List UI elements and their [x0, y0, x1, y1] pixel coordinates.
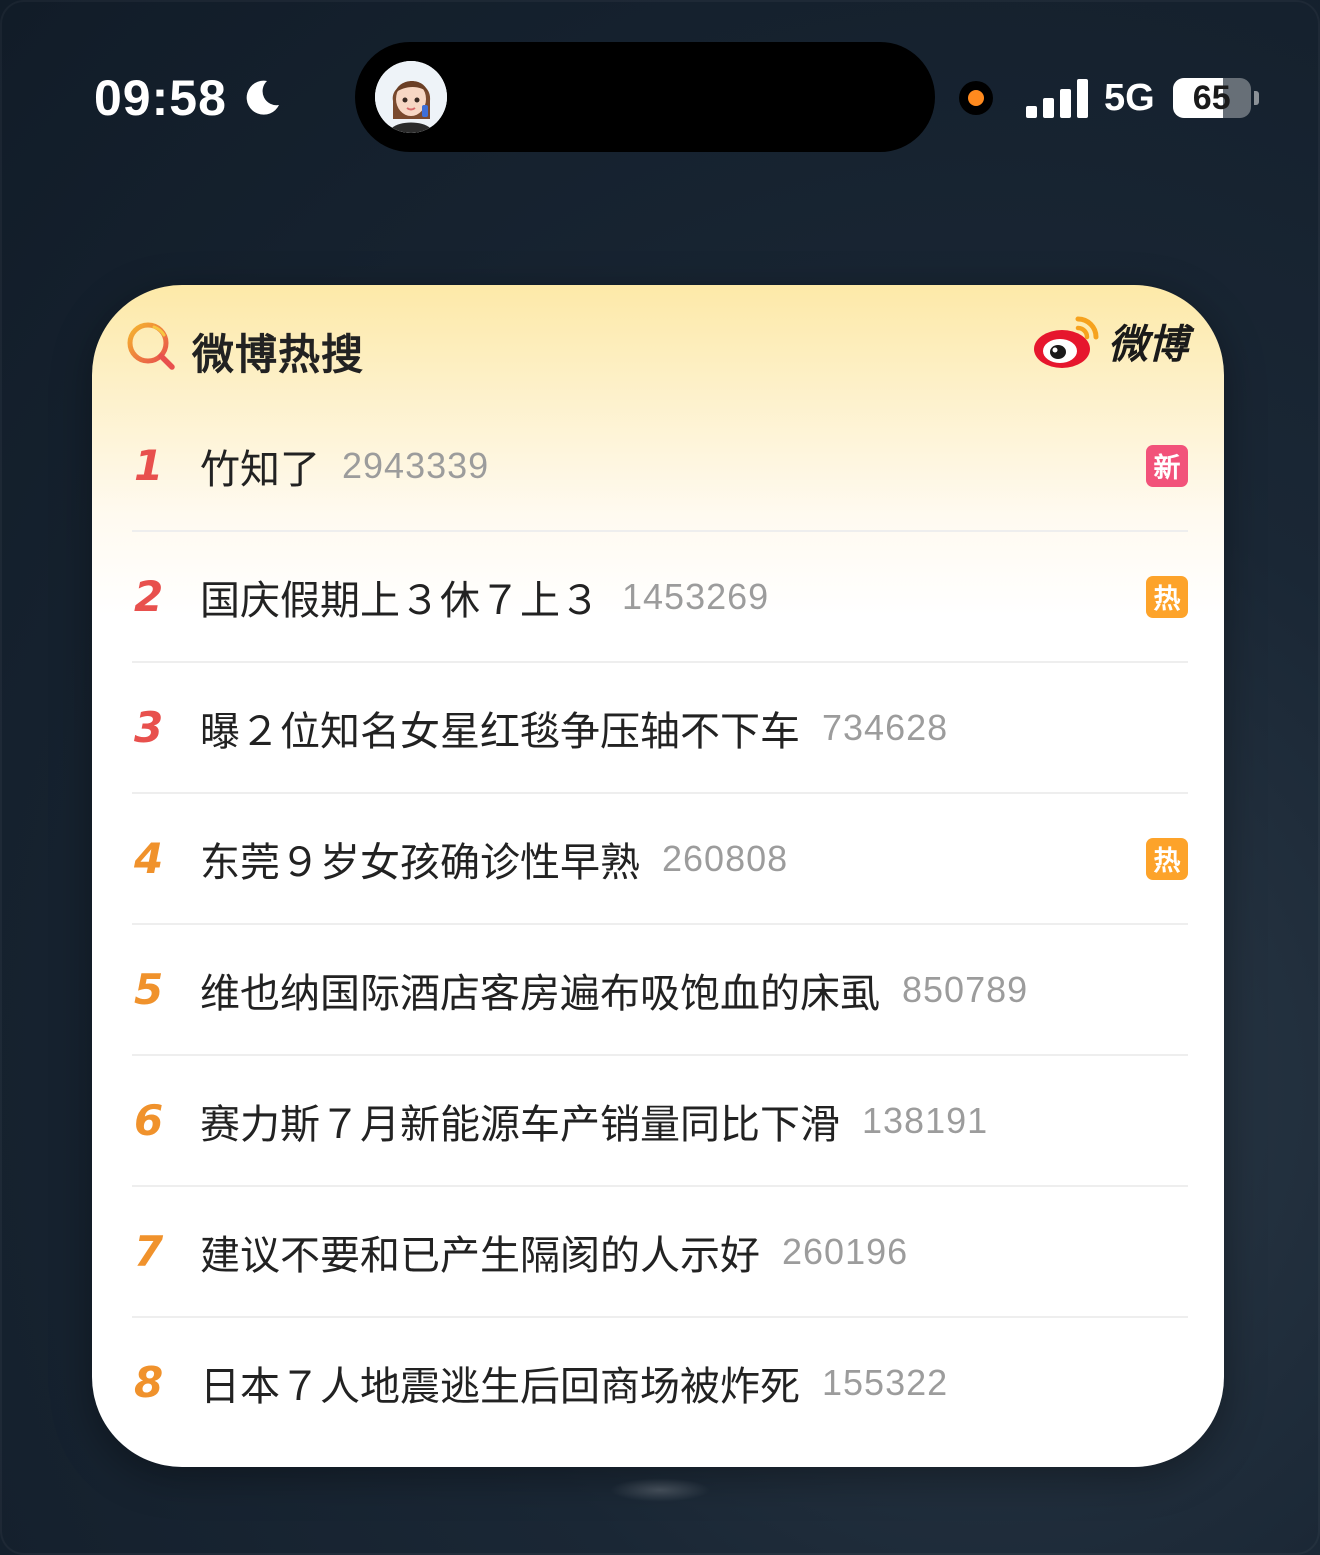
new-badge: 新 [1146, 444, 1188, 487]
rank-number: 6 [134, 1096, 164, 1145]
hot-search-item[interactable]: 5 维也纳国际酒店客房遍布吸饱血的床虱 850789 [132, 925, 1188, 1056]
hot-search-list: 1 竹知了 2943339 新 2 国庆假期上３休７上３ 1453269 热 3 曝２位知名女星红… [132, 401, 1188, 1447]
hot-search-item[interactable]: 7 建议不要和已产生隔阂的人示好 260196 [132, 1187, 1188, 1318]
widget-title: 微博热搜 [192, 330, 365, 379]
heat-count: 138191 [862, 1099, 989, 1141]
search-icon [127, 322, 175, 370]
battery-percentage: 65 [1192, 78, 1231, 117]
dynamic-island[interactable] [355, 42, 935, 152]
topic-title[interactable]: 竹知了 [200, 437, 320, 495]
battery-icon: 65 [1172, 78, 1251, 118]
weibo-brand[interactable]: 微博 [1032, 311, 1188, 371]
status-bar-time: 09:58 [94, 66, 283, 130]
heat-count: 260196 [782, 1230, 909, 1272]
heat-count: 2943339 [342, 444, 490, 486]
hot-badge: 热 [1146, 837, 1188, 880]
avatar[interactable] [375, 61, 447, 133]
avatar-illustration [375, 61, 447, 133]
hot-search-item[interactable]: 3 曝２位知名女星红毯争压轴不下车 734628 [132, 663, 1188, 794]
rank-number: 1 [134, 441, 164, 490]
network-type: 5G [1104, 76, 1155, 119]
topic-title[interactable]: 国庆假期上３休７上３ [200, 568, 600, 626]
home-indicator-glow [610, 1478, 710, 1502]
weibo-hot-search-widget[interactable]: 微博热搜 微博 1 竹知了 2943339 新 2 国庆假期上３休７上３ 1453269 热 3… [92, 285, 1224, 1467]
rank-number: 4 [134, 834, 164, 883]
status-indicators: 5G 65 [955, 72, 1259, 124]
topic-title[interactable]: 赛力斯７月新能源车产销量同比下滑 [200, 1092, 840, 1150]
clock-text: 09:58 [94, 70, 227, 126]
topic-title[interactable]: 曝２位知名女星红毯争压轴不下车 [200, 699, 800, 757]
signal-icon [1026, 79, 1088, 118]
topic-title[interactable]: 东莞９岁女孩确诊性早熟 [200, 830, 640, 888]
rank-number: 2 [134, 572, 164, 621]
heat-count: 1453269 [622, 575, 770, 617]
heat-count: 850789 [902, 968, 1029, 1010]
hot-search-item[interactable]: 6 赛力斯７月新能源车产销量同比下滑 138191 [132, 1056, 1188, 1187]
rank-number: 3 [134, 703, 164, 752]
rank-number: 5 [134, 965, 164, 1014]
brand-name: 微博 [1108, 321, 1188, 368]
hot-badge: 热 [1146, 575, 1188, 618]
hot-search-item[interactable]: 2 国庆假期上３休７上３ 1453269 热 [132, 532, 1188, 663]
topic-title[interactable]: 维也纳国际酒店客房遍布吸饱血的床虱 [200, 961, 880, 1019]
topic-title[interactable]: 建议不要和已产生隔阂的人示好 [200, 1223, 760, 1281]
privacy-indicator-dot [968, 90, 984, 106]
hot-search-item[interactable]: 1 竹知了 2943339 新 [132, 401, 1188, 532]
topic-title[interactable]: 日本７人地震逃生后回商场被炸死 [200, 1354, 800, 1412]
rank-number: 7 [134, 1227, 164, 1276]
moon-icon [246, 80, 279, 115]
hot-search-item[interactable]: 8 日本７人地震逃生后回商场被炸死 155322 [132, 1318, 1188, 1447]
battery-cap [1253, 91, 1259, 105]
rank-number: 8 [134, 1358, 164, 1407]
heat-count: 734628 [822, 706, 949, 748]
widget-header: 微博热搜 微博 [92, 285, 1224, 415]
hot-search-item[interactable]: 4 东莞９岁女孩确诊性早熟 260808 热 [132, 794, 1188, 925]
heat-count: 260808 [662, 837, 789, 879]
weibo-logo-icon [1034, 316, 1099, 368]
heat-count: 155322 [822, 1361, 949, 1403]
